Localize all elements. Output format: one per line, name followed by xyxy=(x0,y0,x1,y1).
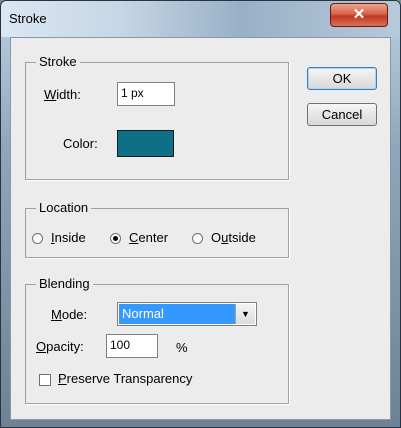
opacity-unit: % xyxy=(176,340,188,355)
mode-label: Mode: xyxy=(51,307,88,322)
center-label[interactable]: Center xyxy=(129,230,168,245)
opacity-input[interactable]: 100 xyxy=(106,334,158,358)
preserve-transparency-label[interactable]: Preserve Transparency xyxy=(58,371,192,386)
mode-select-value: Normal xyxy=(119,304,235,324)
title-bar[interactable]: Stroke ✕ xyxy=(1,1,400,37)
color-swatch[interactable] xyxy=(117,130,174,157)
width-label: Width: xyxy=(44,87,81,102)
close-icon: ✕ xyxy=(352,6,366,23)
outside-label[interactable]: Outside xyxy=(211,230,256,245)
location-group: Location Inside Center Outside xyxy=(25,200,289,258)
inside-label[interactable]: Inside xyxy=(51,230,86,245)
width-input[interactable]: 1 px xyxy=(117,82,175,106)
location-group-legend: Location xyxy=(36,200,92,215)
blending-group-legend: Blending xyxy=(36,276,93,291)
stroke-group: Stroke Width: 1 px Color: xyxy=(25,54,289,180)
preserve-transparency-checkbox[interactable] xyxy=(39,374,51,386)
inside-radio[interactable] xyxy=(32,233,43,244)
stroke-dialog: Stroke ✕ Stroke Width: 1 px Color: OK Ca… xyxy=(0,0,401,428)
outside-radio[interactable] xyxy=(192,233,203,244)
mode-select[interactable]: Normal ▼ xyxy=(117,302,257,326)
window-title: Stroke xyxy=(9,11,47,26)
center-radio[interactable] xyxy=(110,233,121,244)
stroke-group-legend: Stroke xyxy=(36,54,80,69)
blending-group: Blending Mode: Normal ▼ Opacity: 100 % P… xyxy=(25,276,289,404)
chevron-down-icon[interactable]: ▼ xyxy=(235,304,255,324)
close-button[interactable]: ✕ xyxy=(330,3,388,27)
ok-button[interactable]: OK xyxy=(307,67,377,90)
opacity-label: Opacity: xyxy=(36,339,84,354)
color-label: Color: xyxy=(63,136,98,151)
cancel-button[interactable]: Cancel xyxy=(307,103,377,126)
dialog-body: Stroke Width: 1 px Color: OK Cancel Loca… xyxy=(10,37,391,420)
